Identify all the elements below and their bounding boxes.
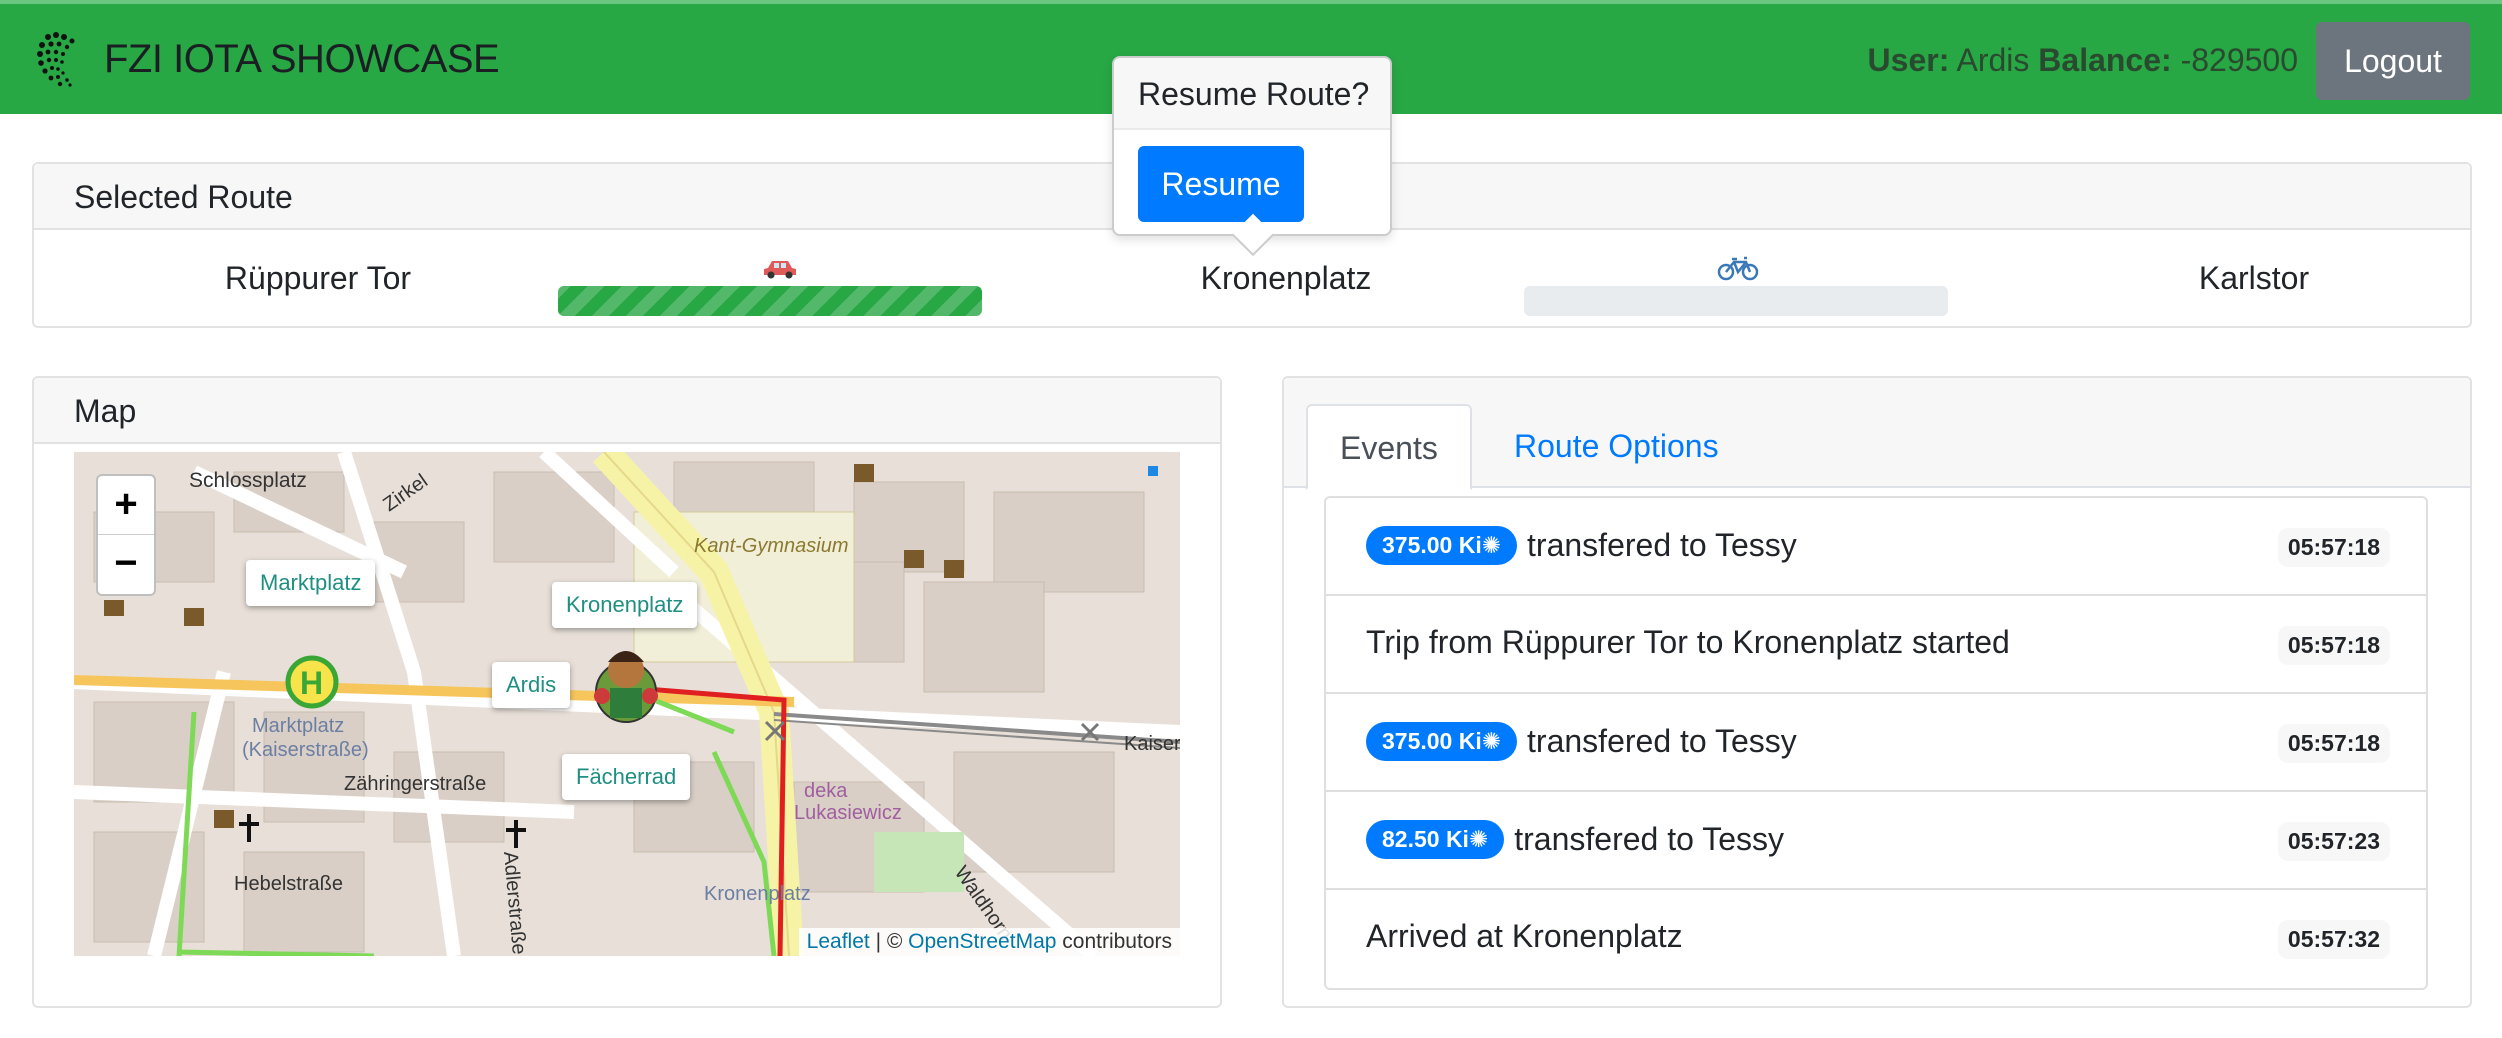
map-label-lukasiewicz: Lukasiewicz (794, 802, 902, 824)
events-card: Events Route Options 375.00 Ki✺ transfer… (1282, 376, 2472, 1008)
zoom-in-button[interactable]: + (98, 476, 154, 535)
event-text: transfered to Tessy (1527, 723, 1797, 759)
route-stop-rueppurer-tor: Rüppurer Tor (224, 260, 412, 296)
resume-button[interactable]: Resume (1138, 146, 1304, 222)
iota-logo-icon (37, 32, 75, 87)
brand-title: FZI IOTA SHOWCASE (104, 36, 500, 81)
courthouse-icon (214, 810, 234, 828)
marker-label-ardis[interactable]: Ardis (492, 662, 571, 708)
list-item: 375.00 Ki✺ transfered to Tessy 05:57:18 (1326, 694, 2426, 792)
library-icon (904, 550, 924, 568)
resume-route-popover: Resume Route? Resume (1112, 56, 1392, 257)
map-label-hebel: Hebelstraße (234, 873, 343, 895)
iota-icon: ✺ (1481, 728, 1502, 754)
map-label-zaehringer: Zähringerstraße (344, 773, 486, 795)
map-label-deka: deka (804, 780, 848, 802)
attribution-separator: | © (869, 930, 909, 953)
event-time: 05:57:32 (2277, 920, 2390, 959)
event-text: Trip from Rüppurer Tor to Kronenplatz st… (1366, 624, 2010, 660)
logout-button[interactable]: Logout (2316, 22, 2470, 100)
marker-label-marktplatz[interactable]: Marktplatz (246, 560, 376, 606)
iota-icon: ✺ (1468, 826, 1489, 852)
zoom-out-button[interactable]: − (98, 535, 154, 594)
event-time: 05:57:18 (2277, 528, 2390, 567)
marker-label-faecherrad[interactable]: Fächerrad (562, 754, 691, 800)
map-attribution: Leaflet | © OpenStreetMap contributors (798, 928, 1180, 956)
map-tiles: Schlossplatz Kant-Gymnasium Marktplatz (… (74, 452, 1180, 956)
leaflet-link[interactable]: Leaflet (807, 930, 870, 953)
tab-events[interactable]: Events (1306, 404, 1472, 490)
event-text: transfered to Tessy (1514, 821, 1784, 857)
user-label: User: (1867, 42, 1950, 78)
map-zoom-control: + − (96, 474, 156, 596)
event-time: 05:57:18 (2277, 626, 2390, 665)
map-label-kronenplatz-street: Kronenplatz (704, 883, 811, 905)
svg-text:H: H (300, 665, 323, 701)
amount-badge: 375.00 Ki✺ (1366, 722, 1518, 761)
event-time: 05:57:18 (2277, 724, 2390, 763)
event-time: 05:57:23 (2277, 822, 2390, 861)
amount-badge: 82.50 Ki✺ (1366, 820, 1505, 859)
brand[interactable]: FZI IOTA SHOWCASE (32, 24, 500, 94)
balance-value: -829500 (2180, 42, 2298, 78)
list-item: Arrived at Kronenplatz 05:57:32 (1326, 890, 2426, 988)
route-stop-karlstor: Karlstor (2198, 260, 2310, 296)
list-item: 375.00 Ki✺ transfered to Tessy 05:57:18 (1326, 498, 2426, 596)
bicycle-icon (1717, 256, 1759, 281)
map-card: Map Schlossplatz Kant-Gymnasium Marktpla… (32, 376, 1222, 1008)
tab-route-options[interactable]: Route Options (1482, 404, 1751, 490)
user-name: Ardis (1956, 42, 2030, 78)
event-text: Arrived at Kronenplatz (1366, 918, 1683, 954)
event-text: transfered to Tessy (1527, 527, 1797, 563)
map-view[interactable]: Schlossplatz Kant-Gymnasium Marktplatz (… (74, 452, 1180, 956)
popover-title: Resume Route? (1114, 58, 1390, 130)
amount-badge: 375.00 Ki✺ (1366, 526, 1518, 565)
osm-link[interactable]: OpenStreetMap (908, 930, 1056, 953)
event-list: 375.00 Ki✺ transfered to Tessy 05:57:18 … (1324, 496, 2428, 990)
map-label-schlossplatz: Schlossplatz (189, 469, 307, 492)
library-icon (944, 560, 964, 578)
museum-icon (184, 608, 204, 626)
route-stop-kronenplatz: Kronenplatz (1200, 260, 1372, 296)
map-label-marktplatz-street: Marktplatz (252, 715, 344, 737)
list-item: Trip from Rüppurer Tor to Kronenplatz st… (1326, 596, 2426, 694)
tabs-header: Events Route Options (1284, 378, 2470, 490)
map-label-kaiser: Kaiser (1124, 733, 1180, 755)
segment-progress-fill-1 (558, 286, 982, 316)
map-header: Map (34, 378, 1220, 444)
list-item: 82.50 Ki✺ transfered to Tessy 05:57:23 (1326, 792, 2426, 890)
iota-icon: ✺ (1481, 532, 1502, 558)
courthouse-icon (104, 600, 124, 616)
user-info: User: Ardis Balance: -829500 (1868, 42, 2298, 79)
balance-label: Balance: (2038, 42, 2172, 78)
car-icon (764, 261, 796, 279)
attribution-contributors: contributors (1056, 930, 1172, 953)
map-label-kant: Kant-Gymnasium (694, 535, 849, 557)
library-icon (854, 464, 874, 482)
segment-progress-1 (558, 286, 982, 316)
segment-progress-2 (1524, 286, 1948, 316)
marker-label-kronenplatz[interactable]: Kronenplatz (552, 582, 698, 628)
map-label-kaiserstrasse-street: (Kaiserstraße) (242, 739, 369, 761)
